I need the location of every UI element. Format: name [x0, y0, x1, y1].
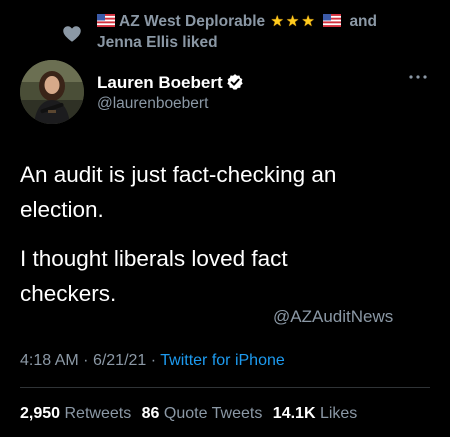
tweet-date[interactable]: 6/21/21 [93, 352, 146, 369]
social-connector: and [349, 13, 377, 30]
tweet-line: An audit is just fact-checking an [20, 162, 337, 187]
heart-icon [63, 26, 81, 42]
tweet-time[interactable]: 4:18 AM [20, 352, 79, 369]
tweet-paragraph-two: I thought liberals loved fact checkers. [20, 241, 430, 311]
tweet-paragraph-one: An audit is just fact-checking an electi… [20, 157, 430, 227]
author-name-row[interactable]: Lauren Boebert [97, 73, 397, 93]
retweets-label: Retweets [64, 405, 132, 422]
tweet-line: election. [20, 197, 104, 222]
liker-one-link[interactable]: AZ West Deplorable [119, 13, 265, 30]
avatar-image [20, 60, 84, 124]
tweet-author[interactable]: Lauren Boebert @laurenboebert [97, 73, 397, 115]
star-emoji-icon: ★ [270, 13, 284, 30]
tweet-line: I thought liberals loved fact [20, 246, 288, 271]
liker-two-link[interactable]: Jenna Ellis liked [97, 34, 218, 51]
verified-badge-icon [226, 74, 243, 90]
likes-count: 14.1K [272, 405, 316, 422]
retweets-stat[interactable]: 2,950 Retweets [20, 405, 131, 422]
social-context: AZ West Deplorable ★ ★ ★ and Jenna Ellis l… [0, 6, 450, 56]
star-emoji-icon: ★ [285, 13, 300, 30]
watermark-text: @AZAuditNews [273, 307, 394, 326]
retweets-count: 2,950 [20, 405, 61, 422]
tweet-source-link[interactable]: Twitter for iPhone [160, 352, 285, 369]
likes-label: Likes [319, 405, 358, 422]
star-emoji-icon: ★ [301, 13, 315, 30]
likes-stat[interactable]: 14.1K Likes [273, 405, 358, 422]
tweet-line: checkers. [20, 281, 117, 306]
meta-separator: · [150, 352, 157, 369]
author-handle[interactable]: @laurenboebert [97, 93, 397, 115]
meta-separator: · [83, 352, 89, 369]
author-name[interactable]: Lauren Boebert [97, 73, 223, 92]
tweet-metadata: 4:18 AM · 6/21/21 · Twitter for iPhone [20, 350, 285, 372]
us-flag-icon [97, 14, 115, 27]
quote-tweets-count: 86 [141, 405, 160, 422]
social-context-text: AZ West Deplorable ★ ★ ★ and Jenna Ellis l… [97, 11, 437, 53]
engagement-stats: 2,950 Retweets 86 Quote Tweets 14.1K Lik… [20, 403, 357, 425]
quote-tweets-stat[interactable]: 86 Quote Tweets [142, 405, 263, 422]
avatar[interactable] [20, 60, 84, 124]
more-options-icon[interactable] [406, 70, 430, 84]
quote-tweets-label: Quote Tweets [163, 405, 263, 422]
divider [20, 387, 430, 388]
us-flag-icon [323, 14, 342, 27]
tweet-text: An audit is just fact-checking an electi… [20, 157, 430, 325]
